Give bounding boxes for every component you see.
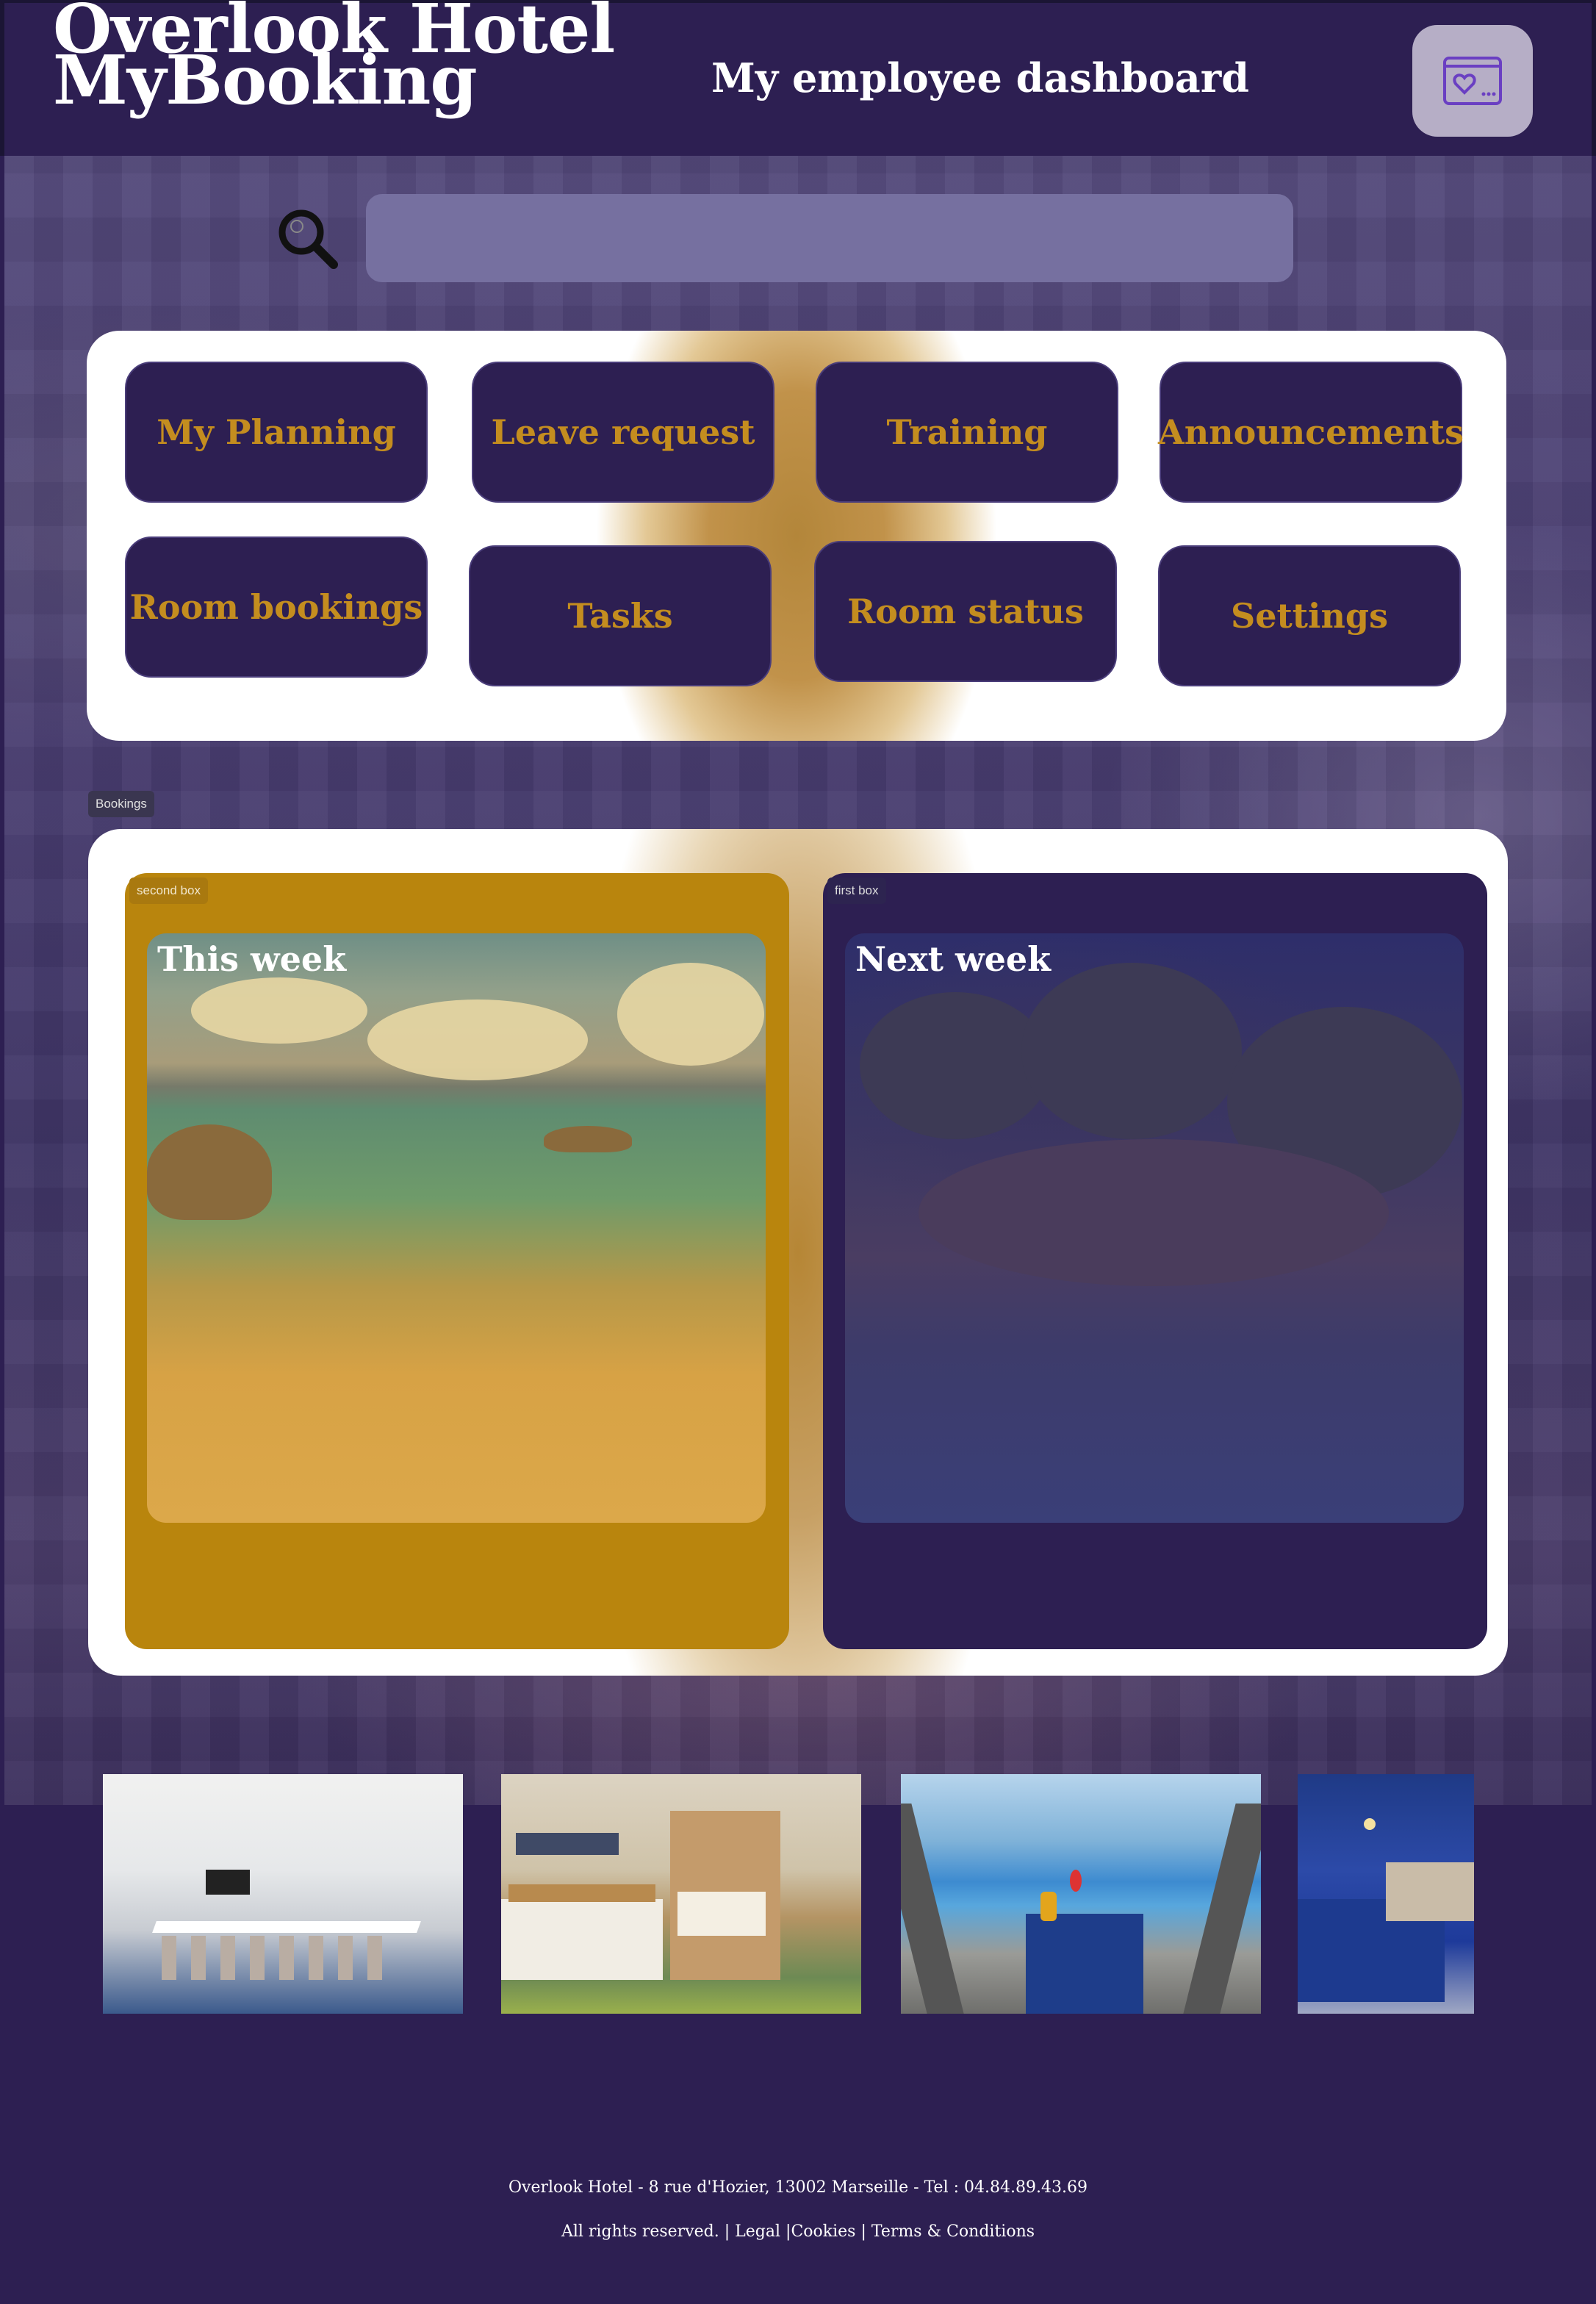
search-input[interactable] (366, 194, 1293, 282)
account-button[interactable] (1412, 25, 1533, 137)
first-box-tag: first box (827, 878, 886, 904)
leave-request-button[interactable]: Leave request (472, 362, 774, 503)
next-week-label: Next week (855, 939, 1052, 979)
this-week-box[interactable]: second box This week (125, 873, 789, 1649)
footer-separator: | (860, 2222, 866, 2241)
beach-image: This week (147, 933, 766, 1523)
brand-logo[interactable]: Overlook Hotel MyBooking (53, 0, 615, 114)
page-title: My employee dashboard (711, 54, 1250, 101)
lobby-bar-photo (1298, 1774, 1474, 2014)
profile-heart-icon (1443, 57, 1502, 105)
my-planning-button[interactable]: My Planning (125, 362, 428, 503)
announcements-button[interactable]: Announcements (1158, 362, 1464, 503)
hotel-bedroom-photo (501, 1774, 861, 2014)
next-week-box[interactable]: first box Next week (823, 873, 1487, 1649)
room-status-button[interactable]: Room status (814, 541, 1117, 682)
room-bookings-button[interactable]: Room bookings (125, 536, 428, 678)
meeting-room-photo (103, 1774, 463, 2014)
menu-panel: My Planning Leave request Training Annou… (87, 331, 1506, 741)
pool-terrace-photo (901, 1774, 1261, 2014)
terms-link[interactable]: Terms & Conditions (871, 2222, 1035, 2241)
this-week-label: This week (157, 939, 347, 979)
legal-link[interactable]: Legal (735, 2222, 780, 2241)
header: Overlook Hotel MyBooking My employee das… (0, 0, 1596, 156)
cookies-link[interactable]: Cookies (791, 2222, 855, 2241)
search-icon[interactable] (276, 207, 338, 269)
footer-links: All rights reserved. | Legal |Cookies | … (0, 2222, 1596, 2241)
coastline-image: Next week (845, 933, 1464, 1523)
bookings-panel: second box This week first box Next week (88, 829, 1508, 1676)
bookings-section-tag: Bookings (88, 791, 154, 817)
second-box-tag: second box (129, 878, 208, 904)
training-button[interactable]: Training (816, 362, 1118, 503)
settings-button[interactable]: Settings (1158, 545, 1461, 686)
tasks-button[interactable]: Tasks (469, 545, 772, 686)
footer-address: Overlook Hotel - 8 rue d'Hozier, 13002 M… (508, 2178, 1088, 2197)
footer-rights: All rights reserved. | (561, 2222, 730, 2241)
